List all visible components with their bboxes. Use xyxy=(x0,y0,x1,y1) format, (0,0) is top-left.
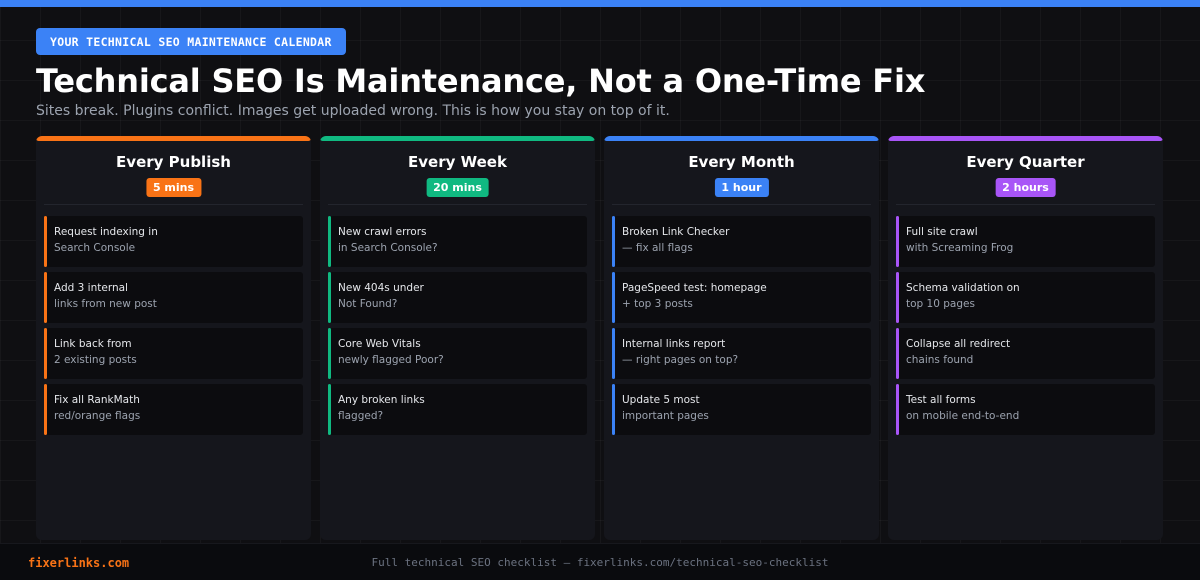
task-accent xyxy=(44,272,47,323)
task-title: New 404s under xyxy=(338,282,424,294)
column-divider xyxy=(328,204,587,205)
schedule-columns: Every Publish 5 mins Request indexing in… xyxy=(36,136,1163,540)
top-accent-bar xyxy=(0,0,1200,7)
task-title: New crawl errors xyxy=(338,226,427,238)
task-title: Fix all RankMath xyxy=(54,394,140,406)
task-item: Link back from 2 existing posts xyxy=(44,328,303,379)
task-detail: links from new post xyxy=(54,298,157,310)
task-item: Fix all RankMath red/orange flags xyxy=(44,384,303,435)
task-accent xyxy=(44,328,47,379)
task-title: Collapse all redirect xyxy=(906,338,1011,350)
task-accent xyxy=(44,384,47,435)
task-detail: 2 existing posts xyxy=(54,354,137,366)
column-accent-bar xyxy=(36,136,311,141)
task-title: PageSpeed test: homepage xyxy=(622,282,767,294)
task-list: Request indexing in Search Console Add 3 … xyxy=(44,216,303,440)
task-detail: with Screaming Frog xyxy=(906,242,1014,254)
task-accent xyxy=(896,272,899,323)
task-accent xyxy=(612,328,615,379)
task-detail: flagged? xyxy=(338,410,384,422)
column-every-month: Every Month 1 hour Broken Link Checker — … xyxy=(604,136,879,540)
task-item: Broken Link Checker — fix all flags xyxy=(612,216,871,267)
footer: fixerlinks.com Full technical SEO checkl… xyxy=(0,543,1200,580)
task-title: Test all forms xyxy=(906,394,976,406)
task-title: Core Web Vitals xyxy=(338,338,421,350)
task-detail: newly flagged Poor? xyxy=(338,354,444,366)
task-item: Collapse all redirect chains found xyxy=(896,328,1155,379)
task-detail: on mobile end-to-end xyxy=(906,410,1020,422)
column-title: Every Quarter xyxy=(966,153,1085,171)
duration-badge: 5 mins xyxy=(145,178,202,197)
task-accent xyxy=(328,328,331,379)
task-item: PageSpeed test: homepage + top 3 posts xyxy=(612,272,871,323)
task-list: Full site crawl with Screaming Frog Schem… xyxy=(896,216,1155,440)
column-accent-bar xyxy=(320,136,595,141)
task-detail: important pages xyxy=(622,410,709,422)
column-accent-bar xyxy=(888,136,1163,141)
task-item: Update 5 most important pages xyxy=(612,384,871,435)
task-item: Add 3 internal links from new post xyxy=(44,272,303,323)
task-list: New crawl errors in Search Console? New 4… xyxy=(328,216,587,440)
task-title: Schema validation on xyxy=(906,282,1020,294)
column-every-quarter: Every Quarter 2 hours Full site crawl wit… xyxy=(888,136,1163,540)
task-accent xyxy=(896,328,899,379)
task-list: Broken Link Checker — fix all flags PageS… xyxy=(612,216,871,440)
duration-badge: 1 hour xyxy=(714,178,769,197)
column-accent-bar xyxy=(604,136,879,141)
task-accent xyxy=(328,384,331,435)
task-detail: in Search Console? xyxy=(338,242,438,254)
task-accent xyxy=(44,216,47,267)
task-accent xyxy=(612,272,615,323)
page-subtitle: Sites break. Plugins conflict. Images ge… xyxy=(36,103,670,119)
duration-badge: 2 hours xyxy=(995,178,1056,197)
task-accent xyxy=(896,384,899,435)
task-item: Core Web Vitals newly flagged Poor? xyxy=(328,328,587,379)
eyebrow-badge: YOUR TECHNICAL SEO MAINTENANCE CALENDAR xyxy=(36,28,346,55)
task-item: Test all forms on mobile end-to-end xyxy=(896,384,1155,435)
task-accent xyxy=(328,272,331,323)
footer-checklist-note: Full technical SEO checklist — fixerlink… xyxy=(371,556,829,569)
column-title: Every Month xyxy=(688,153,795,171)
task-accent xyxy=(328,216,331,267)
task-title: Link back from xyxy=(54,338,132,350)
task-detail: — right pages on top? xyxy=(622,354,739,366)
task-item: New crawl errors in Search Console? xyxy=(328,216,587,267)
task-detail: — fix all flags xyxy=(622,242,693,254)
task-accent xyxy=(896,216,899,267)
task-title: Update 5 most xyxy=(622,394,700,406)
task-item: Internal links report — right pages on to… xyxy=(612,328,871,379)
task-detail: chains found xyxy=(906,354,974,366)
task-title: Add 3 internal xyxy=(54,282,128,294)
task-item: Full site crawl with Screaming Frog xyxy=(896,216,1155,267)
task-title: Full site crawl xyxy=(906,226,978,238)
task-detail: Search Console xyxy=(54,242,136,254)
column-every-publish: Every Publish 5 mins Request indexing in… xyxy=(36,136,311,540)
column-divider xyxy=(896,204,1155,205)
task-accent xyxy=(612,216,615,267)
task-item: New 404s under Not Found? xyxy=(328,272,587,323)
page-title: Technical SEO Is Maintenance, Not a One-… xyxy=(36,62,926,100)
task-title: Broken Link Checker xyxy=(622,226,730,238)
task-detail: + top 3 posts xyxy=(622,298,693,310)
task-title: Internal links report xyxy=(622,338,726,350)
task-detail: top 10 pages xyxy=(906,298,975,310)
task-item: Any broken links flagged? xyxy=(328,384,587,435)
task-item: Request indexing in Search Console xyxy=(44,216,303,267)
task-title: Request indexing in xyxy=(54,226,158,238)
task-detail: Not Found? xyxy=(338,298,398,310)
task-item: Schema validation on top 10 pages xyxy=(896,272,1155,323)
column-every-week: Every Week 20 mins New crawl errors in Se… xyxy=(320,136,595,540)
column-title: Every Publish xyxy=(116,153,231,171)
task-accent xyxy=(612,384,615,435)
column-divider xyxy=(44,204,303,205)
duration-badge: 20 mins xyxy=(426,178,489,197)
task-detail: red/orange flags xyxy=(54,410,141,422)
column-title: Every Week xyxy=(408,153,507,171)
column-divider xyxy=(612,204,871,205)
task-title: Any broken links xyxy=(338,394,425,406)
